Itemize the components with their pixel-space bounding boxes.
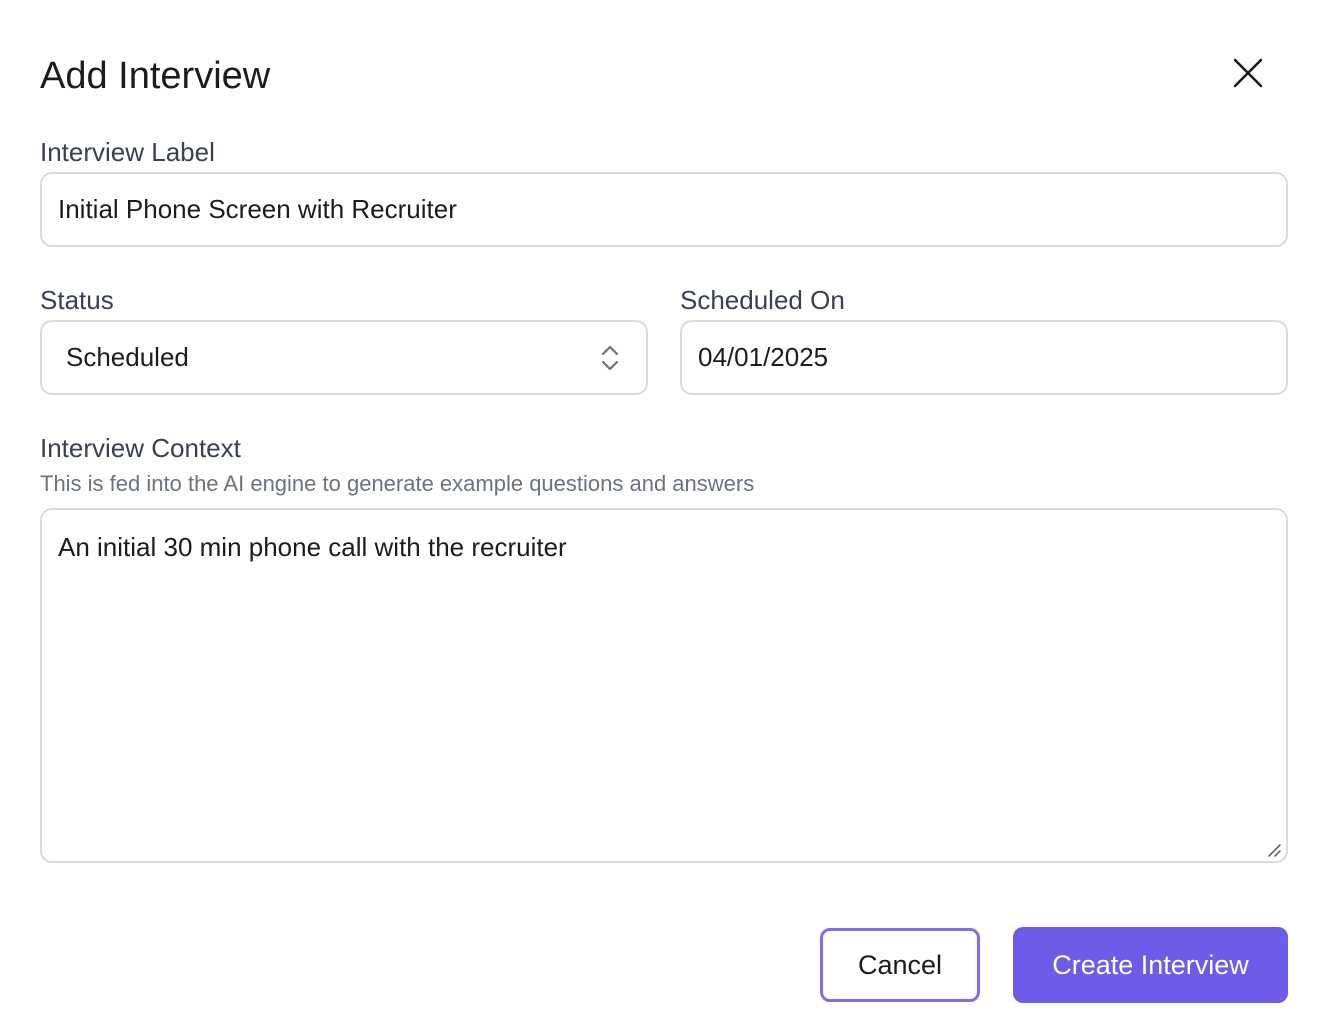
interview-context-textarea[interactable]: An initial 30 min phone call with the re… (40, 508, 1288, 863)
resize-grip-icon[interactable] (1266, 842, 1282, 858)
close-icon (1233, 58, 1263, 91)
create-interview-button[interactable]: Create Interview (1013, 927, 1288, 1003)
status-select-value: Scheduled (66, 342, 189, 372)
scheduled-on-date-input[interactable] (680, 320, 1288, 395)
status-select[interactable]: Scheduled (40, 320, 648, 395)
status-label: Status (40, 285, 114, 315)
interview-context-hint: This is fed into the AI engine to genera… (40, 471, 755, 496)
close-button[interactable] (1224, 50, 1272, 98)
dialog-title: Add Interview (40, 55, 271, 97)
scheduled-on-label: Scheduled On (680, 285, 845, 315)
cancel-button[interactable]: Cancel (820, 928, 980, 1002)
interview-context-label: Interview Context (40, 433, 241, 463)
add-interview-dialog: Add Interview Interview Label Status Sch… (0, 0, 1320, 1032)
interview-label-input[interactable] (40, 172, 1288, 247)
interview-label-label: Interview Label (40, 137, 215, 167)
chevron-up-down-icon (598, 342, 622, 374)
